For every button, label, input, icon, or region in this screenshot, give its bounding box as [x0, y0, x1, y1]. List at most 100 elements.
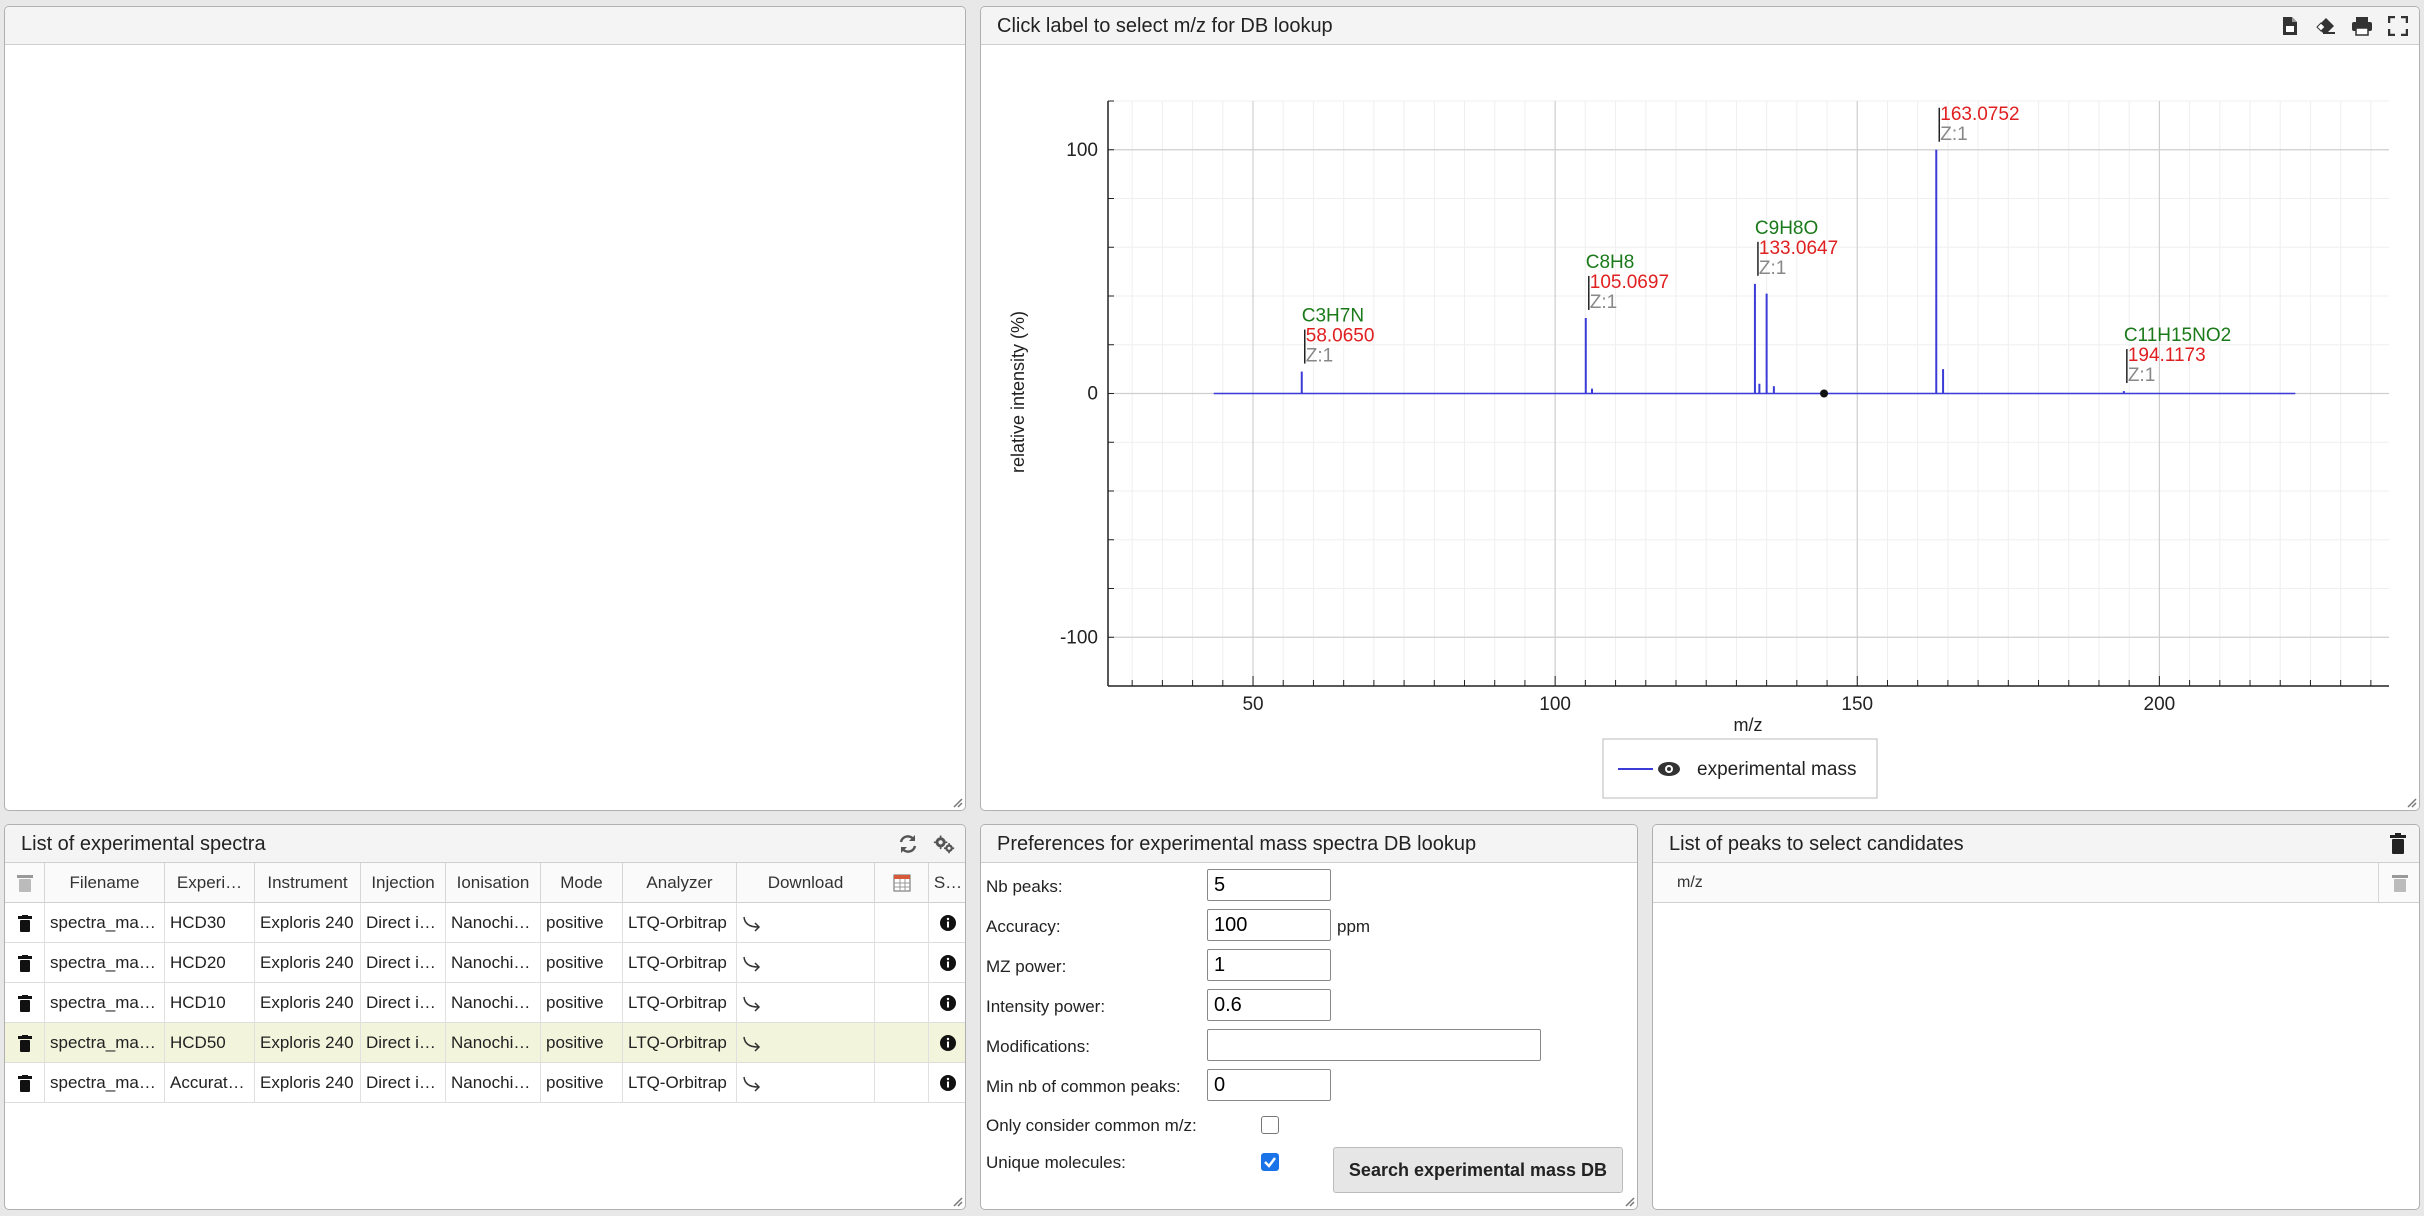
col-header-download[interactable]: Download: [737, 863, 875, 903]
table-row[interactable]: spectra_ma… Accurat… Exploris 240 Direct i……: [5, 1063, 965, 1103]
row-download-cell[interactable]: [737, 943, 875, 983]
annotation-mass[interactable]: 194.1173: [2128, 345, 2206, 366]
resize-handle-icon[interactable]: [951, 796, 963, 808]
col-header-injection[interactable]: Injection: [361, 863, 446, 903]
cell-filename: spectra_ma…: [45, 1063, 165, 1103]
info-icon[interactable]: [939, 914, 957, 932]
peaks-title: List of peaks to select candidates: [1669, 833, 1964, 855]
trash-icon[interactable]: [18, 955, 32, 972]
trash-icon[interactable]: [18, 1075, 32, 1092]
col-header-filename[interactable]: Filename: [45, 863, 165, 903]
cursor-marker[interactable]: [1820, 389, 1829, 398]
annotation-mass[interactable]: 105.0697: [1590, 272, 1669, 293]
download-arrow-icon[interactable]: [742, 1035, 762, 1053]
peak-annotation[interactable]: 58.0650Z:1 C3H7N: [1302, 306, 1375, 367]
nb-peaks-input[interactable]: [1207, 869, 1331, 901]
annotation-formula[interactable]: C11H15NO2: [2124, 325, 2231, 346]
spreadsheet-icon[interactable]: [893, 874, 911, 892]
refresh-icon[interactable]: [897, 833, 919, 855]
trash-light-icon[interactable]: [16, 873, 34, 893]
download-arrow-icon[interactable]: [742, 955, 762, 973]
print-icon[interactable]: [2351, 15, 2373, 37]
annotation-mass[interactable]: 163.0752: [1940, 104, 2019, 125]
resize-handle-icon[interactable]: [2405, 796, 2417, 808]
annotation-mass[interactable]: 58.0650: [1306, 326, 1375, 347]
cell-instrument: Exploris 240: [255, 943, 361, 983]
spectra-table: Filename Experi… Instrument Injection Io…: [5, 863, 965, 1209]
preferences-panel: Preferences for experimental mass spectr…: [980, 824, 1638, 1210]
row-delete-cell[interactable]: [5, 943, 45, 983]
col-header-delete[interactable]: [5, 863, 45, 903]
annotation-mass[interactable]: 133.0647: [1759, 238, 1838, 259]
cell-mode: positive: [541, 903, 623, 943]
table-row[interactable]: spectra_ma… HCD50 Exploris 240 Direct i… Nan…: [5, 1023, 965, 1063]
row-info-cell[interactable]: [929, 1063, 965, 1103]
col-header-ionisation[interactable]: Ionisation: [446, 863, 541, 903]
row-delete-cell[interactable]: [5, 983, 45, 1023]
search-db-button[interactable]: Search experimental mass DB: [1333, 1147, 1623, 1193]
row-delete-cell[interactable]: [5, 1023, 45, 1063]
eye-icon[interactable]: [1658, 762, 1680, 776]
modifications-label: Modifications:: [986, 1037, 1090, 1056]
table-row[interactable]: spectra_ma… HCD30 Exploris 240 Direct i… Nan…: [5, 903, 965, 943]
download-arrow-icon[interactable]: [742, 1075, 762, 1093]
trash-icon[interactable]: [18, 915, 32, 932]
annotation-formula[interactable]: C8H8: [1586, 252, 1635, 273]
row-download-cell[interactable]: [737, 1023, 875, 1063]
download-arrow-icon[interactable]: [742, 995, 762, 1013]
col-header-delete[interactable]: [2379, 863, 2419, 903]
row-download-cell[interactable]: [737, 1063, 875, 1103]
spectrum-chart[interactable]: 50 100 150 200-1000100 58.0650Z:1C3H7N105.0…: [981, 45, 2419, 810]
only-common-mz-checkbox[interactable]: [1261, 1116, 1279, 1134]
table-header-row: Filename Experi… Instrument Injection Io…: [5, 863, 965, 903]
row-info-cell[interactable]: [929, 943, 965, 983]
cell-injection: Direct i…: [361, 1023, 446, 1063]
trash-icon[interactable]: [18, 1035, 32, 1052]
download-arrow-icon[interactable]: [742, 915, 762, 933]
col-header-analyzer[interactable]: Analyzer: [623, 863, 737, 903]
info-icon[interactable]: [939, 1034, 957, 1052]
intensity-power-input[interactable]: [1207, 989, 1331, 1021]
row-delete-cell[interactable]: [5, 903, 45, 943]
eraser-icon[interactable]: [2315, 15, 2337, 37]
peak-annotation[interactable]: 163.0752Z:1: [1938, 104, 2020, 145]
chart-legend[interactable]: experimental mass: [1602, 738, 1878, 799]
mz-power-input[interactable]: [1207, 949, 1331, 981]
peak-annotation[interactable]: 194.1173Z:1 C11H15NO2: [2124, 325, 2231, 386]
row-delete-cell[interactable]: [5, 1063, 45, 1103]
row-info-cell[interactable]: [929, 1023, 965, 1063]
table-row[interactable]: spectra_ma… HCD20 Exploris 240 Direct i… Nan…: [5, 943, 965, 983]
resize-handle-icon[interactable]: [951, 1195, 963, 1207]
col-header-mz[interactable]: m/z: [1653, 863, 2379, 903]
col-header-spreadsheet[interactable]: [875, 863, 929, 903]
export-icon[interactable]: [2279, 15, 2301, 37]
resize-handle-icon[interactable]: [1623, 1195, 1635, 1207]
annotation-formula[interactable]: C9H8O: [1755, 218, 1818, 239]
trash-light-icon[interactable]: [2391, 873, 2409, 893]
peak-annotation[interactable]: 105.0697Z:1 C8H8: [1586, 252, 1669, 313]
info-icon[interactable]: [939, 954, 957, 972]
min-common-peaks-input[interactable]: [1207, 1069, 1331, 1101]
info-icon[interactable]: [939, 994, 957, 1012]
table-row[interactable]: spectra_ma… HCD10 Exploris 240 Direct i… Nan…: [5, 983, 965, 1023]
trash-icon[interactable]: [18, 995, 32, 1012]
modifications-input[interactable]: [1207, 1029, 1541, 1061]
col-header-mode[interactable]: Mode: [541, 863, 623, 903]
trash-icon[interactable]: [2387, 833, 2409, 855]
unique-molecules-checkbox[interactable]: [1261, 1153, 1279, 1171]
cell-injection: Direct i…: [361, 903, 446, 943]
annotation-formula[interactable]: C3H7N: [1302, 306, 1364, 327]
row-download-cell[interactable]: [737, 903, 875, 943]
x-tick-label: 150: [1841, 694, 1873, 715]
accuracy-input[interactable]: [1207, 909, 1331, 941]
x-tick-label: 100: [1539, 694, 1571, 715]
col-header-instrument[interactable]: Instrument: [255, 863, 361, 903]
row-download-cell[interactable]: [737, 983, 875, 1023]
fullscreen-icon[interactable]: [2387, 15, 2409, 37]
col-header-experiment[interactable]: Experi…: [165, 863, 255, 903]
info-icon[interactable]: [939, 1074, 957, 1092]
col-header-status[interactable]: S…: [929, 863, 965, 903]
row-info-cell[interactable]: [929, 903, 965, 943]
settings-gears-icon[interactable]: [933, 833, 955, 855]
row-info-cell[interactable]: [929, 983, 965, 1023]
